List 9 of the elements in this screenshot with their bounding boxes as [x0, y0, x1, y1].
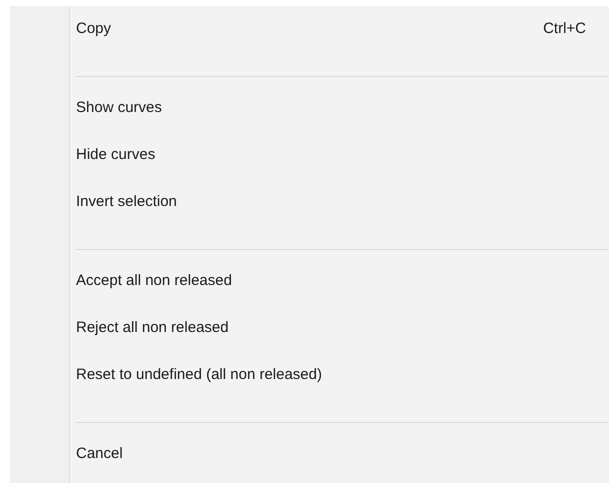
- menu-item[interactable]: Hide curves: [76, 132, 609, 179]
- menu-item[interactable]: Invert selection: [76, 179, 609, 226]
- shortcut-label: Ctrl+C: [543, 19, 586, 40]
- menu-item[interactable]: Copy Ctrl+C: [76, 6, 609, 53]
- menu-item[interactable]: Show curves: [76, 85, 609, 132]
- menu-item[interactable]: Reset to undefined (all non released): [76, 352, 609, 399]
- menu-item[interactable]: Cancel: [76, 431, 609, 478]
- menu-item[interactable]: Accept all non released: [76, 258, 609, 305]
- menu-item[interactable]: Reject all non released: [76, 305, 609, 352]
